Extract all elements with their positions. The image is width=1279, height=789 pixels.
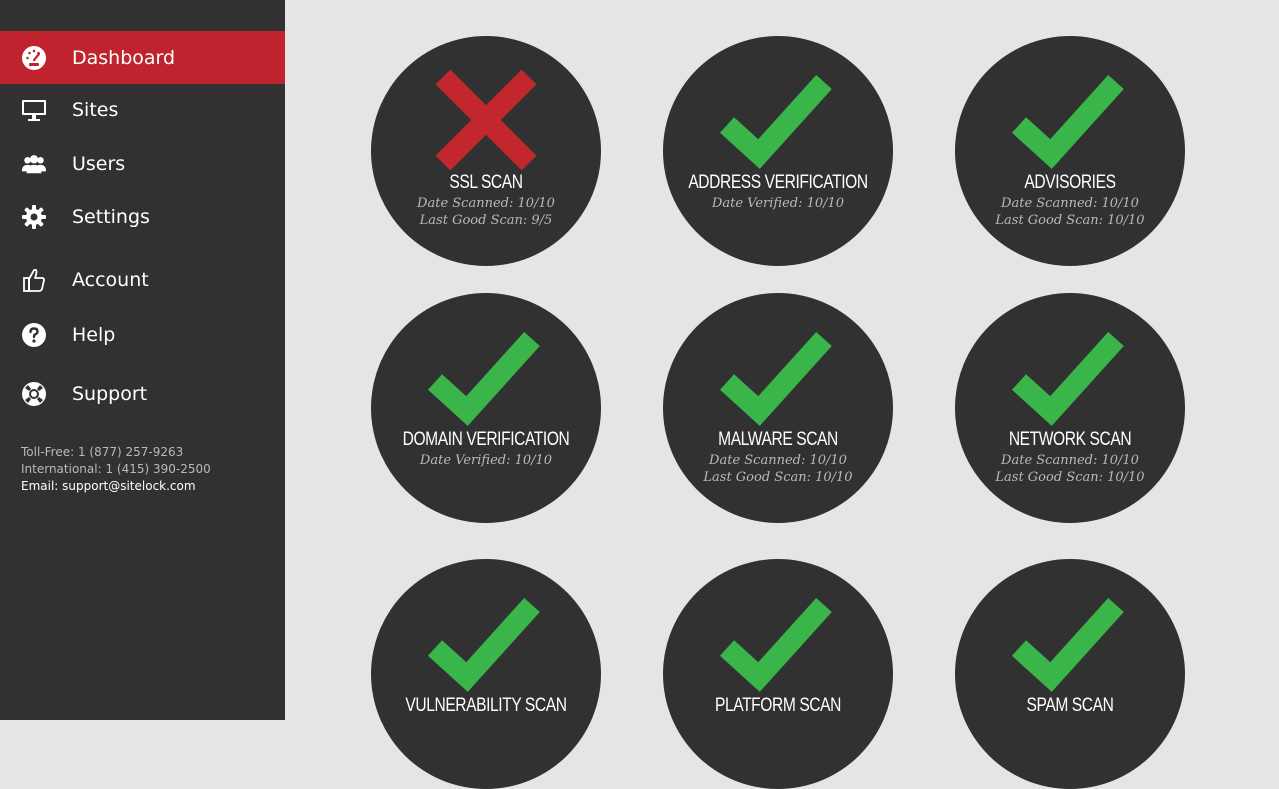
sidebar-item-label: Users xyxy=(72,152,126,175)
sidebar-item-users[interactable]: Users xyxy=(0,137,285,190)
tollfree-phone: Toll-Free: 1 (877) 257-9263 xyxy=(21,445,184,459)
gear-icon xyxy=(21,204,47,230)
support-email[interactable]: Email: support@sitelock.com xyxy=(21,478,211,495)
lifebuoy-icon xyxy=(21,381,47,407)
sidebar-item-label: Settings xyxy=(72,205,150,228)
sidebar-item-dashboard[interactable]: Dashboard xyxy=(0,31,285,84)
check-icon xyxy=(1011,331,1124,426)
tile-title: ADVISORIES xyxy=(1024,172,1116,193)
sidebar: Dashboard Sites Users Settings Account H… xyxy=(0,0,285,720)
question-icon xyxy=(21,322,47,348)
tile-last-good: Last Good Scan: 10/10 xyxy=(703,470,853,485)
tile-title: NETWORK SCAN xyxy=(1008,429,1132,450)
x-mark-icon xyxy=(435,70,537,170)
tile-title: SPAM SCAN xyxy=(1026,695,1114,716)
scan-tile-vulnerability[interactable]: VULNERABILITY SCAN xyxy=(371,559,601,789)
users-icon xyxy=(21,151,47,177)
sidebar-item-label: Account xyxy=(72,268,149,291)
tile-title: DOMAIN VERIFICATION xyxy=(402,429,570,450)
tile-date: Date Verified: 10/10 xyxy=(711,196,845,211)
sidebar-item-account[interactable]: Account xyxy=(0,253,285,306)
scan-tile-address-verification[interactable]: ADDRESS VERIFICATION Date Verified: 10/1… xyxy=(663,36,893,266)
tile-date: Date Verified: 10/10 xyxy=(419,453,553,468)
dashboard-main: SSL SCAN Date Scanned: 10/10 Last Good S… xyxy=(285,0,1279,789)
sidebar-item-support[interactable]: Support xyxy=(0,367,285,420)
check-icon xyxy=(719,597,832,692)
tile-date: Date Scanned: 10/10 xyxy=(417,196,555,211)
tile-date: Date Scanned: 10/10 xyxy=(1001,453,1139,468)
check-icon xyxy=(719,331,832,426)
tile-last-good: Last Good Scan: 10/10 xyxy=(995,470,1145,485)
sidebar-item-help[interactable]: Help xyxy=(0,308,285,361)
tile-title: VULNERABILITY SCAN xyxy=(405,695,567,716)
tile-date: Date Scanned: 10/10 xyxy=(709,453,847,468)
sidebar-item-sites[interactable]: Sites xyxy=(0,83,285,136)
thumbs-up-icon xyxy=(21,267,47,293)
sidebar-item-label: Support xyxy=(72,382,148,405)
scan-tile-domain-verification[interactable]: DOMAIN VERIFICATION Date Verified: 10/10 xyxy=(371,293,601,523)
tile-title: PLATFORM SCAN xyxy=(715,695,841,716)
tile-title: SSL SCAN xyxy=(449,172,523,193)
sidebar-item-settings[interactable]: Settings xyxy=(0,190,285,243)
speedometer-icon xyxy=(21,45,47,71)
scan-tile-network[interactable]: NETWORK SCAN Date Scanned: 10/10 Last Go… xyxy=(955,293,1185,523)
tile-last-good: Last Good Scan: 10/10 xyxy=(995,213,1145,228)
sidebar-item-label: Sites xyxy=(72,98,119,121)
check-icon xyxy=(719,74,832,169)
tile-title: MALWARE SCAN xyxy=(718,429,838,450)
scan-tile-malware[interactable]: MALWARE SCAN Date Scanned: 10/10 Last Go… xyxy=(663,293,893,523)
tile-title: ADDRESS VERIFICATION xyxy=(688,172,868,193)
scan-tile-spam[interactable]: SPAM SCAN xyxy=(955,559,1185,789)
tile-last-good: Last Good Scan: 9/5 xyxy=(419,213,553,228)
scan-tile-platform[interactable]: PLATFORM SCAN xyxy=(663,559,893,789)
scan-tile-ssl[interactable]: SSL SCAN Date Scanned: 10/10 Last Good S… xyxy=(371,36,601,266)
check-icon xyxy=(1011,74,1124,169)
tile-date: Date Scanned: 10/10 xyxy=(1001,196,1139,211)
sidebar-item-label: Help xyxy=(72,323,116,346)
contact-info: Toll-Free: 1 (877) 257-9263 Internationa… xyxy=(21,444,211,495)
sidebar-item-label: Dashboard xyxy=(72,46,176,69)
monitor-icon xyxy=(21,97,47,123)
scan-tile-advisories[interactable]: ADVISORIES Date Scanned: 10/10 Last Good… xyxy=(955,36,1185,266)
check-icon xyxy=(1011,597,1124,692)
check-icon xyxy=(427,331,540,426)
check-icon xyxy=(427,597,540,692)
international-phone: International: 1 (415) 390-2500 xyxy=(21,462,211,476)
